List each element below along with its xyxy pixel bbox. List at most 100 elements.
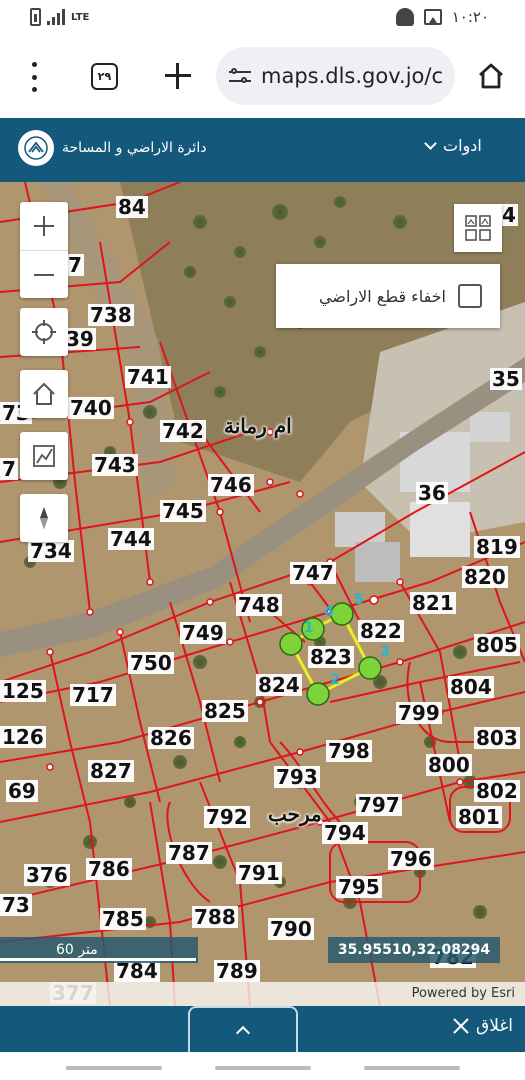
parcel-label[interactable]: 785	[100, 908, 146, 930]
parcel-label[interactable]: 39	[64, 328, 96, 350]
parcel-label[interactable]: 746	[208, 474, 254, 496]
gallery-icon	[423, 9, 442, 25]
browser-menu-icon[interactable]	[24, 62, 44, 92]
hide-parcels-toggle[interactable]: اخفاء قطع الاراضي	[276, 264, 500, 328]
parcel-label[interactable]: 784	[114, 960, 160, 982]
parcel-label[interactable]: 827	[88, 760, 134, 782]
parcel-label[interactable]: 819	[474, 536, 520, 558]
default-extent-button[interactable]	[20, 370, 68, 418]
parcel-label[interactable]: 734	[28, 540, 74, 562]
parcel-label[interactable]: 742	[160, 420, 206, 442]
measure-button[interactable]	[20, 432, 68, 480]
parcel-label[interactable]: 750	[128, 652, 174, 674]
parcel-label[interactable]: 821	[410, 592, 456, 614]
map-view[interactable]: 84 4 7 738 39 741 35 740 742 73 7 743 74…	[0, 182, 525, 1006]
parcel-label[interactable]: 787	[166, 842, 212, 864]
parcel-label[interactable]: 823	[308, 646, 354, 668]
parcel-label[interactable]: 743	[92, 454, 138, 476]
parcel-label[interactable]: 749	[180, 622, 226, 644]
map-attribution[interactable]: Powered by Esri	[0, 982, 525, 1006]
parcel-label[interactable]: 801	[456, 806, 502, 828]
locate-button[interactable]	[20, 308, 68, 356]
parcel-label[interactable]: 36	[416, 482, 448, 504]
network-type: LTE	[71, 11, 90, 23]
parcel-label[interactable]: 788	[192, 906, 238, 928]
parcel-label[interactable]: 794	[322, 822, 368, 844]
parcel-label[interactable]: 802	[474, 780, 520, 802]
parcel-label[interactable]: 805	[474, 634, 520, 656]
app-header: دائرة الاراضي و المساحة ادوات	[0, 118, 525, 182]
parcel-label[interactable]: 790	[268, 918, 314, 940]
app-title: دائرة الاراضي و المساحة	[62, 140, 207, 156]
parcel-label[interactable]: 804	[448, 676, 494, 698]
site-settings-icon[interactable]	[229, 67, 251, 85]
parcel-label[interactable]: 792	[204, 806, 250, 828]
parcel-label[interactable]: 796	[388, 848, 434, 870]
zoom-out-button[interactable]	[20, 250, 68, 298]
parcel-label[interactable]: 793	[274, 766, 320, 788]
parcel-label[interactable]: 798	[326, 740, 372, 762]
clock: ١٠:٢٠	[451, 8, 489, 26]
parcel-label[interactable]: 740	[68, 397, 114, 419]
parcel-label[interactable]: 125	[0, 680, 46, 702]
parcel-label[interactable]: 797	[356, 794, 402, 816]
hide-parcels-checkbox[interactable]	[458, 284, 482, 308]
zoom-control	[20, 202, 68, 298]
parcel-label[interactable]: 822	[358, 620, 404, 642]
minus-icon	[34, 273, 54, 276]
bottom-panel: اغلاق	[0, 1006, 525, 1052]
compass-button[interactable]	[20, 494, 68, 542]
parcel-label[interactable]: 4	[500, 204, 518, 226]
coordinates-display: 35.95510,32.08294	[328, 937, 500, 963]
parcel-label[interactable]: 791	[236, 862, 282, 884]
parcel-label[interactable]: 789	[214, 960, 260, 982]
parcel-label[interactable]: 800	[426, 754, 472, 776]
parcel-label[interactable]: 786	[86, 858, 132, 880]
measure-icon	[33, 445, 55, 467]
new-tab-icon[interactable]	[163, 61, 193, 91]
parcel-label[interactable]: 69	[6, 780, 38, 802]
parcel-label[interactable]: 748	[236, 594, 282, 616]
nav-home-gesture[interactable]	[215, 1066, 311, 1070]
brand: دائرة الاراضي و المساحة	[18, 130, 206, 166]
parcel-label[interactable]: 803	[474, 727, 520, 749]
tools-label: ادوات	[443, 136, 482, 155]
parcel-label[interactable]: 826	[148, 727, 194, 749]
parcel-label[interactable]: 795	[336, 876, 382, 898]
address-bar[interactable]: maps.dls.gov.jo/c	[216, 47, 455, 105]
scale-bar: 60 متر	[0, 937, 198, 963]
parcel-label[interactable]: 747	[290, 562, 336, 584]
parcel-label[interactable]: 35	[490, 368, 522, 390]
basemap-gallery-button[interactable]	[454, 204, 502, 252]
crosshair-icon	[32, 320, 56, 344]
url-text[interactable]: maps.dls.gov.jo/c	[261, 64, 443, 88]
parcel-label[interactable]: 7	[0, 458, 18, 480]
chevron-down-icon	[424, 137, 437, 150]
parcel-label[interactable]: 7	[66, 254, 84, 276]
expand-panel-button[interactable]	[188, 1006, 298, 1052]
parcel-label[interactable]: 744	[108, 528, 154, 550]
close-button[interactable]: اغلاق	[452, 1016, 513, 1036]
status-bar: LTE ١٠:٢٠	[0, 0, 525, 36]
system-nav-bar	[0, 1052, 525, 1080]
parcel-label[interactable]: 825	[202, 700, 248, 722]
parcel-label[interactable]: 738	[88, 304, 134, 326]
parcel-label[interactable]: 799	[396, 702, 442, 724]
nav-back-gesture[interactable]	[66, 1066, 162, 1070]
parcel-label[interactable]: 376	[24, 864, 70, 886]
parcel-label[interactable]: 820	[462, 566, 508, 588]
tab-switcher-button[interactable]: ٢٩	[91, 63, 118, 90]
parcel-label[interactable]: 126	[0, 726, 46, 748]
nav-recents-gesture[interactable]	[364, 1066, 460, 1070]
parcel-label[interactable]: 741	[125, 366, 171, 388]
parcel-label[interactable]: 84	[116, 196, 148, 218]
parcel-label[interactable]: 717	[70, 684, 116, 706]
zoom-in-button[interactable]	[20, 202, 68, 250]
signal-icon	[47, 9, 65, 25]
parcel-label[interactable]: 745	[160, 500, 206, 522]
home-icon	[33, 382, 55, 405]
parcel-label[interactable]: 73	[0, 894, 32, 916]
home-icon[interactable]	[477, 62, 505, 90]
tools-menu[interactable]: ادوات	[424, 136, 482, 155]
parcel-label[interactable]: 824	[256, 674, 302, 696]
